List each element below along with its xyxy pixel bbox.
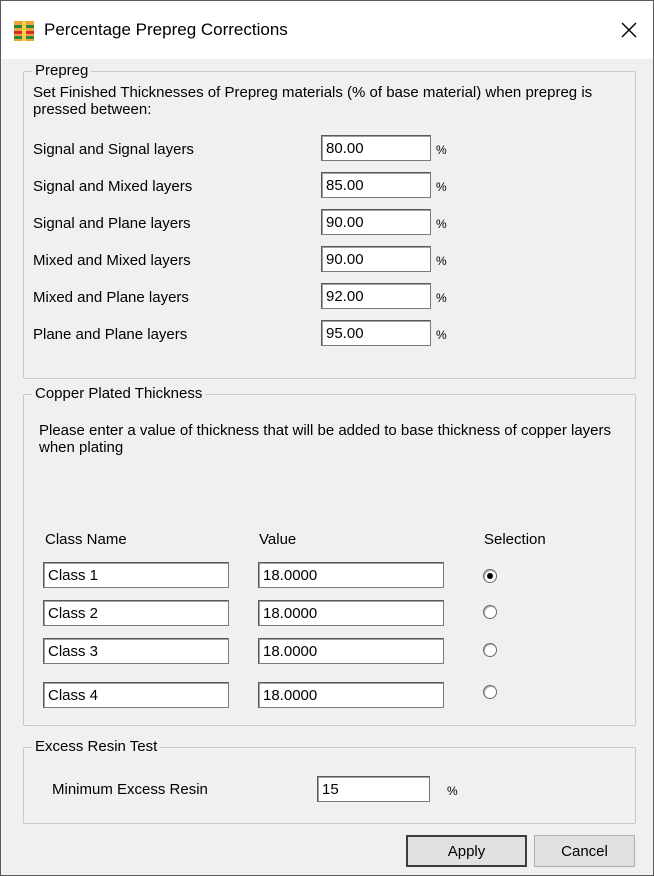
prepreg-row-label: Mixed and Mixed layers	[33, 252, 191, 269]
copper-plated-group: Copper Plated Thickness Please enter a v…	[23, 385, 636, 726]
prepreg-stack-icon	[14, 21, 34, 41]
prepreg-row-label: Signal and Signal layers	[33, 141, 194, 158]
apply-button[interactable]: Apply	[406, 835, 527, 867]
min-excess-resin-label: Minimum Excess Resin	[52, 781, 208, 798]
prepreg-row-label: Signal and Plane layers	[33, 215, 191, 232]
signal-signal-input[interactable]	[321, 135, 431, 161]
percent-label: %	[436, 143, 447, 157]
window-title: Percentage Prepreg Corrections	[44, 20, 288, 39]
class-value-input-2[interactable]	[258, 600, 444, 626]
close-button[interactable]	[605, 1, 653, 59]
title-bar: Percentage Prepreg Corrections	[1, 1, 653, 59]
class-value-input-1[interactable]	[258, 562, 444, 588]
class-name-header: Class Name	[45, 531, 127, 548]
percent-label: %	[436, 328, 447, 342]
prepreg-group: Prepreg Set Finished Thicknesses of Prep…	[23, 62, 636, 379]
prepreg-legend: Prepreg	[32, 62, 92, 79]
prepreg-row-label: Plane and Plane layers	[33, 326, 188, 343]
class-4-radio[interactable]	[483, 685, 497, 699]
percent-label: %	[436, 180, 447, 194]
prepreg-description: Set Finished Thicknesses of Prepreg mate…	[33, 84, 593, 118]
prepreg-row-label: Mixed and Plane layers	[33, 289, 189, 306]
class-2-radio[interactable]	[483, 605, 497, 619]
class-value-input-4[interactable]	[258, 682, 444, 708]
percent-label: %	[436, 291, 447, 305]
excess-resin-legend: Excess Resin Test	[32, 738, 161, 755]
copper-legend: Copper Plated Thickness	[32, 385, 206, 402]
selection-header: Selection	[484, 531, 546, 548]
copper-description: Please enter a value of thickness that w…	[39, 422, 611, 456]
plane-plane-input[interactable]	[321, 320, 431, 346]
prepreg-row-label: Signal and Mixed layers	[33, 178, 193, 195]
mixed-mixed-input[interactable]	[321, 246, 431, 272]
close-icon	[621, 22, 637, 38]
class-name-input-2[interactable]	[43, 600, 229, 626]
dialog-window: Percentage Prepreg Corrections Prepreg S…	[0, 0, 654, 876]
radio-selected-dot	[487, 573, 493, 579]
signal-mixed-input[interactable]	[321, 172, 431, 198]
signal-plane-input[interactable]	[321, 209, 431, 235]
class-1-radio[interactable]	[483, 569, 497, 583]
value-header: Value	[259, 531, 297, 548]
class-value-input-3[interactable]	[258, 638, 444, 664]
class-3-radio[interactable]	[483, 643, 497, 657]
cancel-button[interactable]: Cancel	[534, 835, 635, 867]
percent-label: %	[436, 254, 447, 268]
class-name-input-3[interactable]	[43, 638, 229, 664]
class-name-input-1[interactable]	[43, 562, 229, 588]
min-excess-resin-input[interactable]	[317, 776, 430, 802]
mixed-plane-input[interactable]	[321, 283, 431, 309]
percent-label: %	[447, 784, 458, 798]
percent-label: %	[436, 217, 447, 231]
class-name-input-4[interactable]	[43, 682, 229, 708]
excess-resin-group: Excess Resin Test Minimum Excess Resin %	[23, 738, 636, 824]
